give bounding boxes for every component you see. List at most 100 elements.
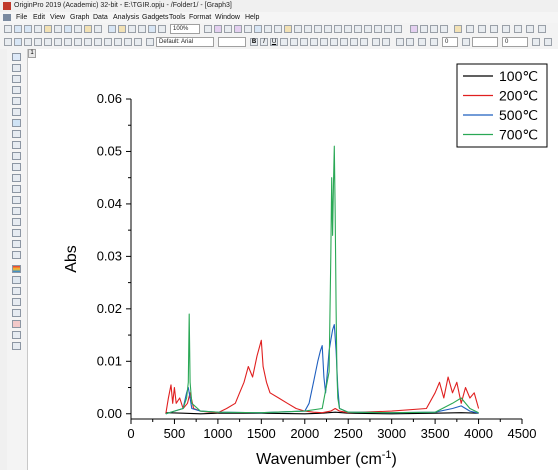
bar-plot-icon[interactable]	[124, 38, 132, 46]
line-width-field[interactable]: 0	[442, 37, 458, 47]
bold-button[interactable]: B	[250, 38, 258, 46]
line-tool-icon[interactable]	[12, 185, 21, 193]
menu-gadgets[interactable]: Gadgets	[142, 12, 168, 23]
line-type-select[interactable]	[472, 37, 498, 47]
select-worksheet-icon[interactable]	[14, 38, 22, 46]
hide-icon[interactable]	[502, 25, 510, 33]
arrow-tool-icon[interactable]	[12, 163, 21, 171]
tile-icon[interactable]	[514, 25, 522, 33]
subscript-icon[interactable]	[290, 38, 298, 46]
color-scale-tool-icon[interactable]	[12, 265, 21, 273]
new-function-icon[interactable]	[54, 25, 62, 33]
more-icon[interactable]	[538, 25, 546, 33]
zoom-icon[interactable]	[12, 64, 21, 72]
line-type-icon[interactable]	[462, 38, 470, 46]
new-notes-icon[interactable]	[44, 25, 52, 33]
mask-icon[interactable]	[12, 320, 21, 328]
insert-graph-icon[interactable]	[12, 251, 21, 259]
decrease-font-icon[interactable]	[330, 38, 338, 46]
toolbar-more-icon[interactable]	[544, 38, 552, 46]
sort-icon[interactable]	[54, 38, 62, 46]
fill-color-icon[interactable]	[372, 38, 380, 46]
freehand-icon[interactable]	[12, 240, 21, 248]
add-legend-icon[interactable]	[334, 25, 342, 33]
new-graph-icon[interactable]	[24, 25, 32, 33]
line-symbol-icon[interactable]	[104, 38, 112, 46]
zoom-out-icon[interactable]	[12, 75, 21, 83]
tool-x-icon[interactable]	[478, 25, 486, 33]
apps-icon[interactable]	[284, 25, 292, 33]
insert-table-icon[interactable]	[12, 298, 21, 306]
save-project-icon[interactable]	[108, 25, 116, 33]
menu-help[interactable]: Help	[245, 12, 259, 23]
draw-data-icon[interactable]	[12, 141, 21, 149]
cross-out-icon[interactable]	[454, 25, 462, 33]
import-icon[interactable]	[148, 25, 156, 33]
line-width-icon[interactable]	[430, 38, 438, 46]
supersub-icon[interactable]	[300, 38, 308, 46]
region-tool-icon[interactable]	[12, 229, 21, 237]
font-select[interactable]: Default: Arial	[156, 37, 214, 47]
symbol-icon[interactable]	[532, 38, 540, 46]
menu-data[interactable]: Data	[93, 12, 108, 23]
color-scale-icon[interactable]	[374, 25, 382, 33]
column-plot-icon[interactable]	[114, 38, 122, 46]
scatter-plot-icon[interactable]	[94, 38, 102, 46]
x-axis-icon[interactable]	[430, 25, 438, 33]
menu-format[interactable]: Format	[189, 12, 211, 23]
align-center-icon[interactable]	[350, 38, 358, 46]
superscript-icon[interactable]	[280, 38, 288, 46]
save-template-icon[interactable]	[118, 25, 126, 33]
cascade-icon[interactable]	[526, 25, 534, 33]
open-icon[interactable]	[74, 25, 82, 33]
menu-file[interactable]: File	[16, 12, 27, 23]
italic-button[interactable]: I	[260, 38, 268, 46]
messages-log-icon[interactable]	[254, 25, 262, 33]
underline-button[interactable]: U	[270, 38, 278, 46]
menu-graph[interactable]: Graph	[70, 12, 89, 23]
font-color-icon[interactable]	[360, 38, 368, 46]
region-selector-icon[interactable]	[12, 130, 21, 138]
duplicate-icon[interactable]	[204, 25, 212, 33]
menu-analysis[interactable]: Analysis	[113, 12, 139, 23]
new-layout-icon[interactable]	[64, 25, 72, 33]
column-icon[interactable]	[24, 38, 32, 46]
menu-tools[interactable]: Tools	[169, 12, 185, 23]
tool-y-icon[interactable]	[490, 25, 498, 33]
arrange-icon[interactable]	[420, 25, 428, 33]
menu-window[interactable]: Window	[215, 12, 240, 23]
timestamp-icon[interactable]	[364, 25, 372, 33]
layer-indicator[interactable]: 1	[28, 49, 36, 58]
polygon-tool-icon[interactable]	[12, 218, 21, 226]
stats-on-rows-icon[interactable]	[74, 38, 82, 46]
pattern-icon[interactable]	[406, 38, 414, 46]
open-excel-icon[interactable]	[94, 25, 102, 33]
recalculate-icon[interactable]	[314, 25, 322, 33]
export-icon[interactable]	[128, 25, 136, 33]
layer-contents-icon[interactable]	[384, 25, 392, 33]
pointer-icon[interactable]	[12, 53, 21, 61]
circle-tool-icon[interactable]	[12, 207, 21, 215]
increase-font-icon[interactable]	[320, 38, 328, 46]
anchor-icon[interactable]	[12, 331, 21, 339]
learning-center-icon[interactable]	[294, 25, 302, 33]
screen-reader-icon[interactable]	[12, 97, 21, 105]
menu-edit[interactable]: Edit	[33, 12, 45, 23]
line-plot-icon[interactable]	[84, 38, 92, 46]
results-log-icon[interactable]	[224, 25, 232, 33]
new-workbook-icon[interactable]	[14, 25, 22, 33]
y-axis-icon[interactable]	[440, 25, 448, 33]
scale-icon[interactable]	[12, 86, 21, 94]
project-explorer-icon[interactable]	[244, 25, 252, 33]
insert-chart-icon[interactable]	[12, 309, 21, 317]
smart-hint-icon[interactable]	[264, 25, 272, 33]
command-window-icon[interactable]	[234, 25, 242, 33]
symbol-size-field[interactable]: 0	[502, 37, 528, 47]
insert-image-icon[interactable]	[12, 276, 21, 284]
chevron-icon[interactable]	[466, 25, 474, 33]
greek-icon[interactable]	[310, 38, 318, 46]
row-icon[interactable]	[34, 38, 42, 46]
axes-icon[interactable]	[410, 25, 418, 33]
line-style-icon[interactable]	[418, 38, 426, 46]
add-layer-icon[interactable]	[324, 25, 332, 33]
